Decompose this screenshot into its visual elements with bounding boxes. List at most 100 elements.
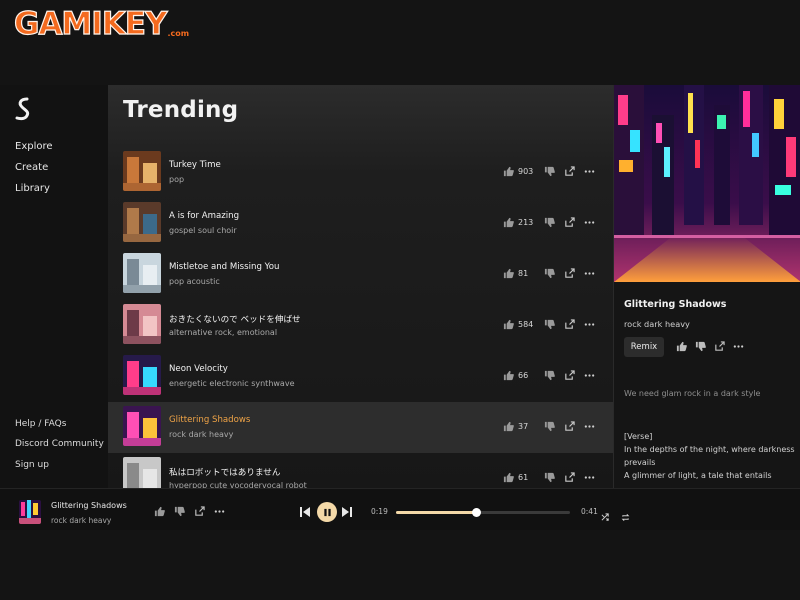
detail-actions (668, 341, 744, 352)
nav-explore[interactable]: Explore (15, 141, 53, 152)
share-icon[interactable] (564, 420, 575, 432)
song-thumbnail[interactable] (123, 253, 161, 293)
page-title: Trending (123, 97, 239, 123)
share-icon[interactable] (564, 369, 575, 381)
thumbs-up-icon[interactable] (503, 166, 514, 177)
thumbs-down-icon[interactable] (174, 506, 185, 517)
logo-text: GAMIKEY (13, 5, 168, 42)
thumbs-up-icon[interactable] (503, 319, 514, 330)
thumbs-up-icon[interactable] (503, 370, 514, 381)
song-actions: 903 (503, 164, 595, 178)
share-icon[interactable] (714, 341, 725, 352)
shuffle-icon[interactable] (601, 507, 610, 521)
thumbs-up-icon[interactable] (503, 472, 514, 483)
song-actions: 81 (503, 266, 595, 280)
lyrics-line: A glimmer of light, a tale that entails (624, 471, 772, 480)
like-count: 37 (518, 421, 529, 431)
help-faqs-link[interactable]: Help / FAQs (15, 419, 66, 429)
share-icon[interactable] (564, 471, 575, 483)
song-thumbnail[interactable] (123, 151, 161, 191)
sign-up-link[interactable]: Sign up (15, 460, 49, 470)
song-thumbnail[interactable] (123, 304, 161, 344)
prev-icon[interactable] (299, 504, 311, 518)
song-thumbnail[interactable] (123, 355, 161, 395)
pause-button[interactable] (317, 502, 337, 522)
song-tags: rock dark heavy (169, 430, 234, 439)
app-window: Explore Create Library Help / FAQs Disco… (0, 85, 800, 530)
song-title: A is for Amazing (169, 211, 240, 221)
player-tags: rock dark heavy (51, 516, 112, 525)
song-thumbnail[interactable] (123, 202, 161, 242)
thumbs-down-icon[interactable] (695, 341, 706, 352)
nav-create[interactable]: Create (15, 162, 48, 173)
lyrics-line: In the depths of the night, where darkne… (624, 445, 795, 467)
nav-library[interactable]: Library (15, 183, 50, 194)
thumbs-down-icon[interactable] (544, 472, 555, 483)
thumbs-down-icon[interactable] (544, 370, 555, 381)
like-count: 213 (518, 217, 534, 227)
share-icon[interactable] (194, 506, 205, 517)
progress-fill (396, 511, 477, 514)
thumbs-down-icon[interactable] (544, 268, 555, 279)
song-row[interactable]: おきたくないので ベッドを伸ばせ alternative rock, emotio… (108, 300, 613, 351)
remix-button[interactable]: Remix (624, 337, 664, 357)
song-row[interactable]: 私はロボットではありません hyperpop cute vocodervocal … (108, 453, 613, 488)
progress-knob[interactable] (472, 508, 482, 517)
like-count: 81 (518, 268, 529, 278)
song-row[interactable]: Mistletoe and Missing You pop acoustic 81 (108, 249, 613, 300)
player-actions (154, 506, 234, 517)
current-time: 0:19 (371, 507, 388, 516)
thumbs-down-icon[interactable] (544, 421, 555, 432)
thumbs-up-icon[interactable] (503, 268, 514, 279)
sidebar: Explore Create Library Help / FAQs Disco… (0, 85, 108, 488)
song-title: Turkey Time (169, 160, 221, 170)
like-count: 61 (518, 472, 529, 482)
progress-track[interactable] (396, 508, 570, 517)
thumbs-down-icon[interactable] (544, 217, 555, 228)
next-icon[interactable] (341, 504, 353, 518)
more-icon[interactable] (584, 217, 595, 228)
song-row[interactable]: Glittering Shadows rock dark heavy 37 (108, 402, 613, 453)
thumbs-up-icon[interactable] (503, 421, 514, 432)
thumbs-up-icon[interactable] (154, 506, 165, 517)
share-icon[interactable] (564, 216, 575, 228)
logo-suffix: .com (167, 29, 190, 38)
song-row[interactable]: Turkey Time pop 903 (108, 147, 613, 198)
more-icon[interactable] (584, 166, 595, 177)
discord-community-link[interactable]: Discord Community (15, 439, 104, 449)
song-actions: 213 (503, 215, 595, 229)
repeat-icon[interactable] (621, 507, 630, 522)
more-icon[interactable] (584, 421, 595, 432)
thumbs-up-icon[interactable] (676, 341, 687, 352)
more-icon[interactable] (733, 341, 744, 352)
share-icon[interactable] (564, 165, 575, 177)
share-icon[interactable] (564, 267, 575, 279)
more-icon[interactable] (214, 506, 225, 517)
song-thumbnail[interactable] (123, 457, 161, 488)
song-actions: 584 (503, 317, 595, 331)
thumbs-up-icon[interactable] (503, 217, 514, 228)
song-row[interactable]: A is for Amazing gospel soul choir 213 (108, 198, 613, 249)
song-title: Mistletoe and Missing You (169, 262, 280, 272)
pause-icon (323, 508, 331, 516)
song-row[interactable]: Neon Velocity energetic electronic synthw… (108, 351, 613, 402)
more-icon[interactable] (584, 472, 595, 483)
song-tags: energetic electronic synthwave (169, 379, 295, 388)
like-count: 66 (518, 370, 529, 380)
detail-song-tags: rock dark heavy (624, 319, 690, 329)
more-icon[interactable] (584, 370, 595, 381)
brand-logo-icon[interactable] (14, 97, 36, 121)
more-icon[interactable] (584, 268, 595, 279)
song-title: Neon Velocity (169, 364, 228, 374)
song-tags: pop acoustic (169, 277, 220, 286)
song-title: Glittering Shadows (169, 415, 251, 425)
thumbs-down-icon[interactable] (544, 166, 555, 177)
thumbs-down-icon[interactable] (544, 319, 555, 330)
player-thumbnail (19, 500, 41, 524)
trending-panel: Trending Turkey Time pop 903 A is for Amazi… (108, 85, 613, 488)
song-tags: pop (169, 175, 185, 184)
song-detail-panel: Glittering Shadows rock dark heavy Remix… (613, 85, 800, 488)
song-thumbnail[interactable] (123, 406, 161, 446)
more-icon[interactable] (584, 319, 595, 330)
share-icon[interactable] (564, 318, 575, 330)
